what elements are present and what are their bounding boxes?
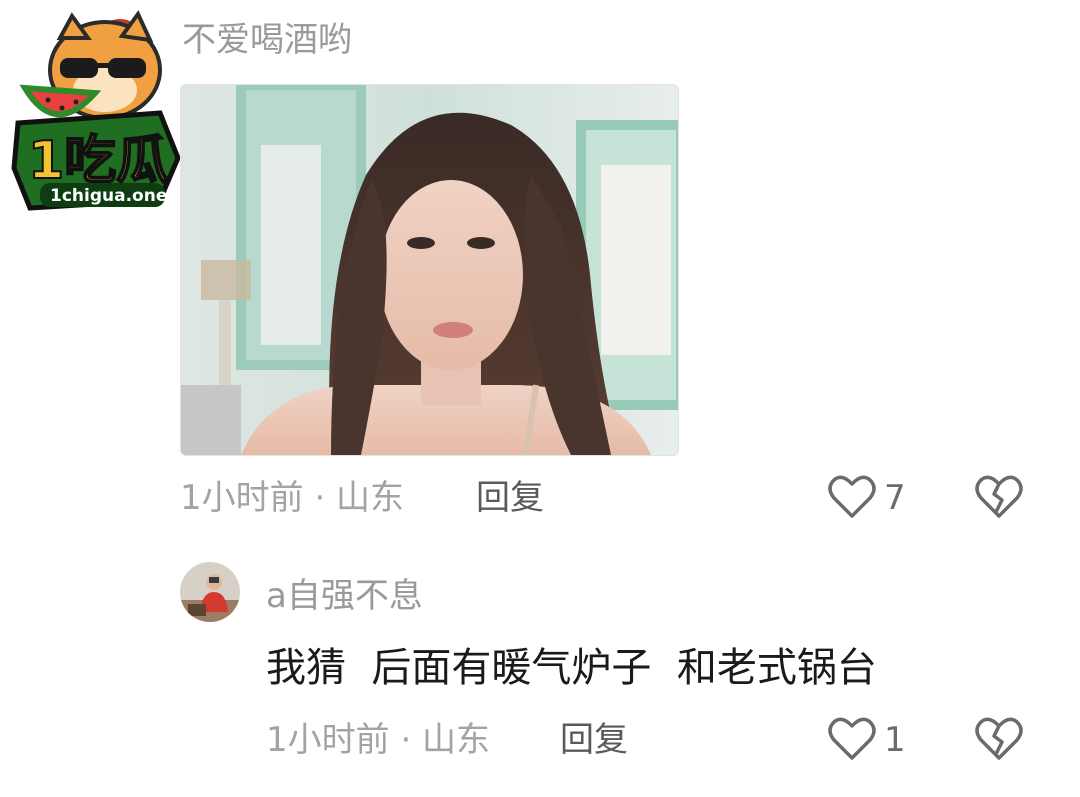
reply-comment-text: 我猜 后面有暖气炉子 和老式锅台 — [266, 645, 877, 691]
reply-username[interactable]: a自强不息 — [266, 576, 423, 616]
broken-heart-icon[interactable] — [975, 716, 1023, 766]
reply-like-count: 1 — [884, 720, 906, 760]
broken-heart-icon[interactable] — [975, 474, 1023, 524]
reply-reply-button[interactable]: 回复 — [560, 720, 628, 760]
comment-username[interactable]: 不爱喝酒哟 — [182, 20, 352, 60]
logo-domain: 1chigua.one — [50, 186, 167, 206]
logo-wordmark: 1吃瓜 — [28, 131, 168, 191]
comment-time-location: 1小时前 · 山东 — [180, 478, 405, 518]
site-logo-watermark: 1吃瓜 1chigua.one — [10, 8, 182, 213]
heart-outline-icon[interactable] — [828, 474, 876, 524]
avatar[interactable] — [180, 562, 240, 622]
heart-outline-icon[interactable] — [828, 716, 876, 766]
reply-time-location: 1小时前 · 山东 — [266, 720, 491, 760]
like-count: 7 — [884, 478, 906, 518]
comment-image[interactable] — [180, 84, 679, 456]
reply-button[interactable]: 回复 — [476, 478, 544, 518]
